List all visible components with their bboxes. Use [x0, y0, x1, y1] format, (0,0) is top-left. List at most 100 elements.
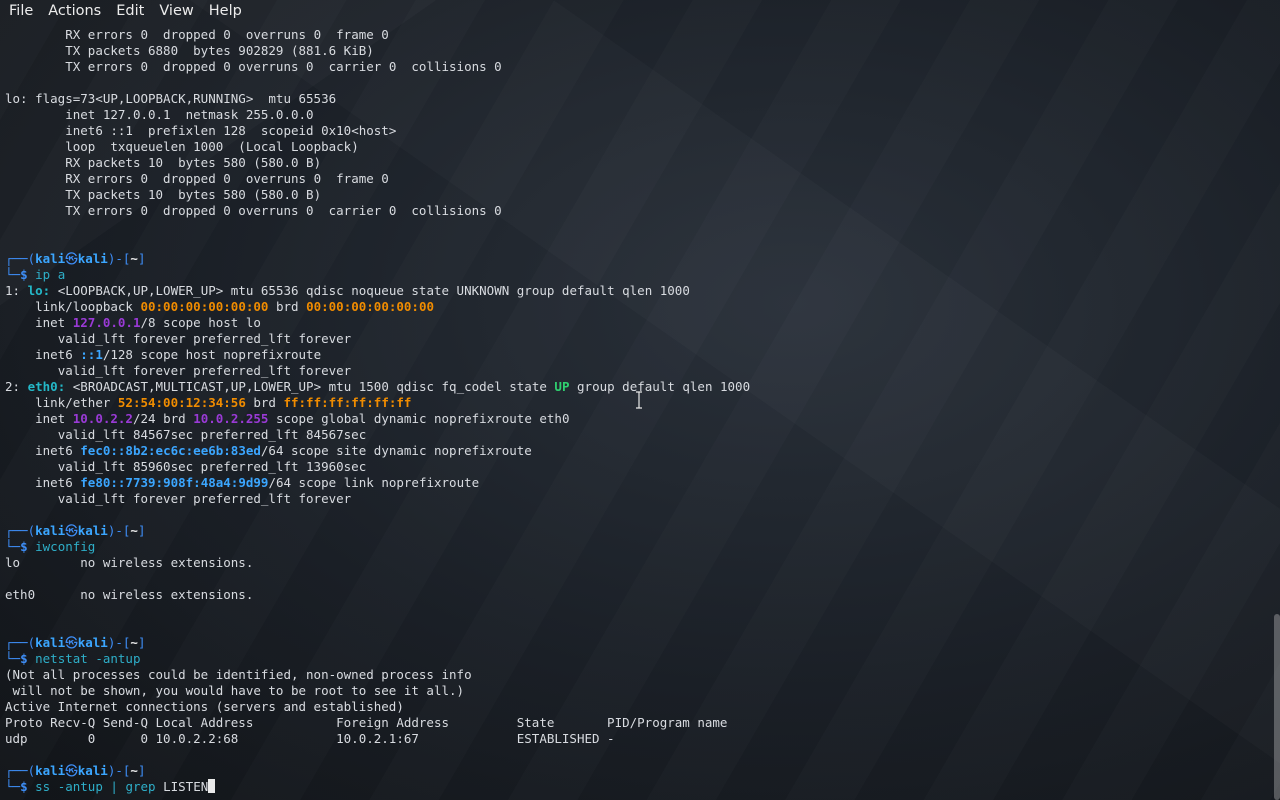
menu-actions[interactable]: Actions	[40, 3, 108, 19]
ibeam-cursor-icon	[636, 391, 642, 409]
prompt-dir: ~	[130, 523, 138, 538]
output-text: inet6	[35, 347, 73, 362]
prompt-symbol: $	[20, 651, 28, 666]
output-text: RX errors 0 dropped 0 overruns 0 frame 0	[65, 171, 389, 186]
output-text: 2:	[5, 379, 21, 394]
mac-address: 00:00:00:00:00:00	[140, 299, 269, 314]
output-line: valid_lft forever preferred_lft forever	[5, 363, 1280, 379]
ip-address: 10.0.2.255	[193, 411, 269, 426]
output-text: lo: flags=73<UP,LOOPBACK,RUNNING> mtu 65…	[5, 91, 337, 106]
output-text: /24 brd	[132, 411, 186, 426]
output-text: link/loopback	[35, 299, 133, 314]
prompt-host: kali	[77, 251, 108, 266]
output-line: TX errors 0 dropped 0 overruns 0 carrier…	[5, 59, 1280, 75]
prompt-user: kali	[35, 635, 66, 650]
output-text: group default qlen 1000	[577, 379, 751, 394]
prompt-user: kali	[35, 251, 66, 266]
command-text: netstat -antup	[35, 651, 141, 666]
prompt-user: kali	[35, 763, 66, 778]
prompt-dir: ~	[130, 763, 138, 778]
prompt-symbol: $	[20, 267, 28, 282]
prompt-dir: ~	[130, 635, 138, 650]
terminal-output[interactable]: RX errors 0 dropped 0 overruns 0 frame 0…	[5, 27, 1280, 800]
output-text: scope global dynamic noprefixroute eth0	[275, 411, 570, 426]
output-text: valid_lft forever preferred_lft forever	[57, 363, 352, 378]
prompt-symbol: $	[20, 779, 28, 794]
prompt-host: kali	[77, 635, 108, 650]
prompt-line-2: └─$ ip a	[5, 267, 66, 282]
menu-file[interactable]: File	[0, 3, 40, 19]
mac-address: 52:54:00:12:34:56	[117, 395, 246, 410]
prompt-line-1: ┌──(kali㉿kali)-[~]	[5, 763, 146, 778]
output-text: TX packets 10 bytes 580 (580.0 B)	[65, 187, 322, 202]
output-text: udp 0 0 10.0.2.2:68 10.0.2.1:67 ESTABLIS…	[5, 731, 615, 746]
terminal-menubar: File Actions Edit View Help	[0, 0, 1280, 22]
ipv6-address: fec0::8b2:ec6c:ee6b:83ed	[80, 443, 261, 458]
output-text: TX errors 0 dropped 0 overruns 0 carrier…	[65, 203, 502, 218]
menu-help[interactable]: Help	[201, 3, 249, 19]
output-text: TX errors 0 dropped 0 overruns 0 carrier…	[65, 59, 502, 74]
output-line: will not be shown, you would have to be …	[5, 683, 1280, 699]
ipv6-address: fe80::7739:908f:48a4:9d99	[80, 475, 269, 490]
output-line: valid_lft forever preferred_lft forever	[5, 331, 1280, 347]
output-line: RX errors 0 dropped 0 overruns 0 frame 0	[5, 27, 1280, 43]
output-text: inet6	[35, 475, 73, 490]
output-text: RX packets 10 bytes 580 (580.0 B)	[65, 155, 322, 170]
prompt-line-2: └─$ netstat -antup	[5, 651, 141, 666]
output-text: 1:	[5, 283, 21, 298]
command-text: ss -antup |	[35, 779, 118, 794]
menu-edit[interactable]: Edit	[108, 3, 151, 19]
output-line: 1: lo: <LOOPBACK,UP,LOWER_UP> mtu 65536 …	[5, 283, 1280, 299]
output-text: valid_lft forever preferred_lft forever	[57, 491, 352, 506]
command-input-line[interactable]: └─$ ss -antup | grep LISTEN	[5, 779, 1280, 795]
output-line: inet 10.0.2.2/24 brd 10.0.2.255 scope gl…	[5, 411, 1280, 427]
output-text: inet 127.0.0.1 netmask 255.0.0.0	[65, 107, 314, 122]
prompt-line-1: ┌──(kali㉿kali)-[~]	[5, 635, 146, 650]
output-line: lo no wireless extensions.	[5, 555, 1280, 571]
interface-name: eth0:	[27, 379, 66, 394]
ip-address: 10.0.2.2	[72, 411, 133, 426]
output-text: valid_lft 85960sec preferred_lft 13960se…	[57, 459, 367, 474]
output-line: TX packets 6880 bytes 902829 (881.6 KiB)	[5, 43, 1280, 59]
output-text: /64 scope site dynamic noprefixroute	[260, 443, 532, 458]
menu-view[interactable]: View	[151, 3, 200, 19]
output-text: /64 scope link noprefixroute	[268, 475, 480, 490]
output-line: valid_lft forever preferred_lft forever	[5, 491, 1280, 507]
output-line: inet 127.0.0.1 netmask 255.0.0.0	[5, 107, 1280, 123]
output-line: inet6 fe80::7739:908f:48a4:9d99/64 scope…	[5, 475, 1280, 491]
output-line: loop txqueuelen 1000 (Local Loopback)	[5, 139, 1280, 155]
prompt-host: kali	[77, 523, 108, 538]
output-text: /128 scope host noprefixroute	[102, 347, 322, 362]
output-text: inet6 ::1 prefixlen 128 scopeid 0x10<hos…	[65, 123, 397, 138]
terminal-scrollbar[interactable]	[1274, 614, 1280, 800]
output-line: TX errors 0 dropped 0 overruns 0 carrier…	[5, 203, 1280, 219]
mac-address: ff:ff:ff:ff:ff:ff	[283, 395, 412, 410]
output-text: Proto Recv-Q Send-Q Local Address Foreig…	[5, 715, 728, 730]
prompt-host: kali	[77, 763, 108, 778]
output-line: inet 127.0.0.1/8 scope host lo	[5, 315, 1280, 331]
prompt-dir: ~	[130, 251, 138, 266]
output-line: inet6 ::1 prefixlen 128 scopeid 0x10<hos…	[5, 123, 1280, 139]
prompt-user: kali	[35, 523, 66, 538]
text-cursor	[208, 779, 216, 793]
output-text: inet	[35, 411, 66, 426]
output-line: (Not all processes could be identified, …	[5, 667, 1280, 683]
output-line: Active Internet connections (servers and…	[5, 699, 1280, 715]
output-text: TX packets 6880 bytes 902829 (881.6 KiB)	[65, 43, 374, 58]
output-line: valid_lft 85960sec preferred_lft 13960se…	[5, 459, 1280, 475]
table-row: udp 0 0 10.0.2.2:68 10.0.2.1:67 ESTABLIS…	[5, 731, 1280, 747]
output-line: RX errors 0 dropped 0 overruns 0 frame 0	[5, 171, 1280, 187]
command-text: iwconfig	[35, 539, 96, 554]
output-text: eth0 no wireless extensions.	[5, 587, 254, 602]
prompt-line-1: ┌──(kali㉿kali)-[~]	[5, 523, 146, 538]
output-text: /8 scope host lo	[140, 315, 261, 330]
output-line: inet6 fec0::8b2:ec6c:ee6b:83ed/64 scope …	[5, 443, 1280, 459]
output-text: RX errors 0 dropped 0 overruns 0 frame 0	[65, 27, 389, 42]
output-text: loop txqueuelen 1000 (Local Loopback)	[65, 139, 359, 154]
output-line: lo: flags=73<UP,LOOPBACK,RUNNING> mtu 65…	[5, 91, 1280, 107]
